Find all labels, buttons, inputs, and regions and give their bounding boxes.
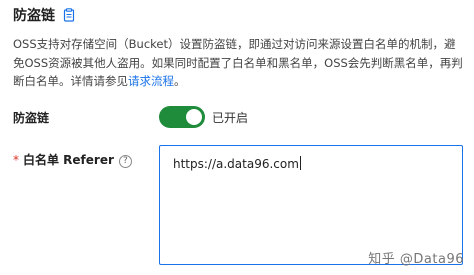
hotlink-status: 已开启: [212, 111, 249, 125]
section-title: 防盗链: [13, 8, 55, 24]
copy-icon[interactable]: [63, 8, 75, 22]
text-caret: [299, 156, 301, 170]
hotlink-label: 防盗链: [13, 111, 50, 125]
toggle-knob: [186, 109, 202, 125]
hotlink-toggle[interactable]: [159, 106, 205, 128]
help-icon[interactable]: ?: [118, 155, 132, 168]
request-flow-link[interactable]: 请求流程: [128, 74, 174, 88]
whitelist-label: 白名单 Referer: [23, 153, 114, 167]
whitelist-value: https://a.data96.com: [173, 157, 299, 171]
watermark: 知乎 @Data96: [368, 252, 464, 267]
whitelist-referer-input[interactable]: https://a.data96.com: [159, 145, 463, 265]
section-header: 防盗链: [13, 5, 75, 25]
section-description: OSS支持对存储空间（Bucket）设置防盗链，即通过对访问来源设置白名单的机制…: [13, 35, 465, 91]
description-text: OSS支持对存储空间（Bucket）设置防盗链，即通过对访问来源设置白名单的机制…: [13, 37, 463, 88]
whitelist-label-group: * 白名单 Referer?: [13, 151, 132, 168]
description-suffix: 。: [174, 74, 186, 88]
required-mark: *: [13, 153, 19, 167]
